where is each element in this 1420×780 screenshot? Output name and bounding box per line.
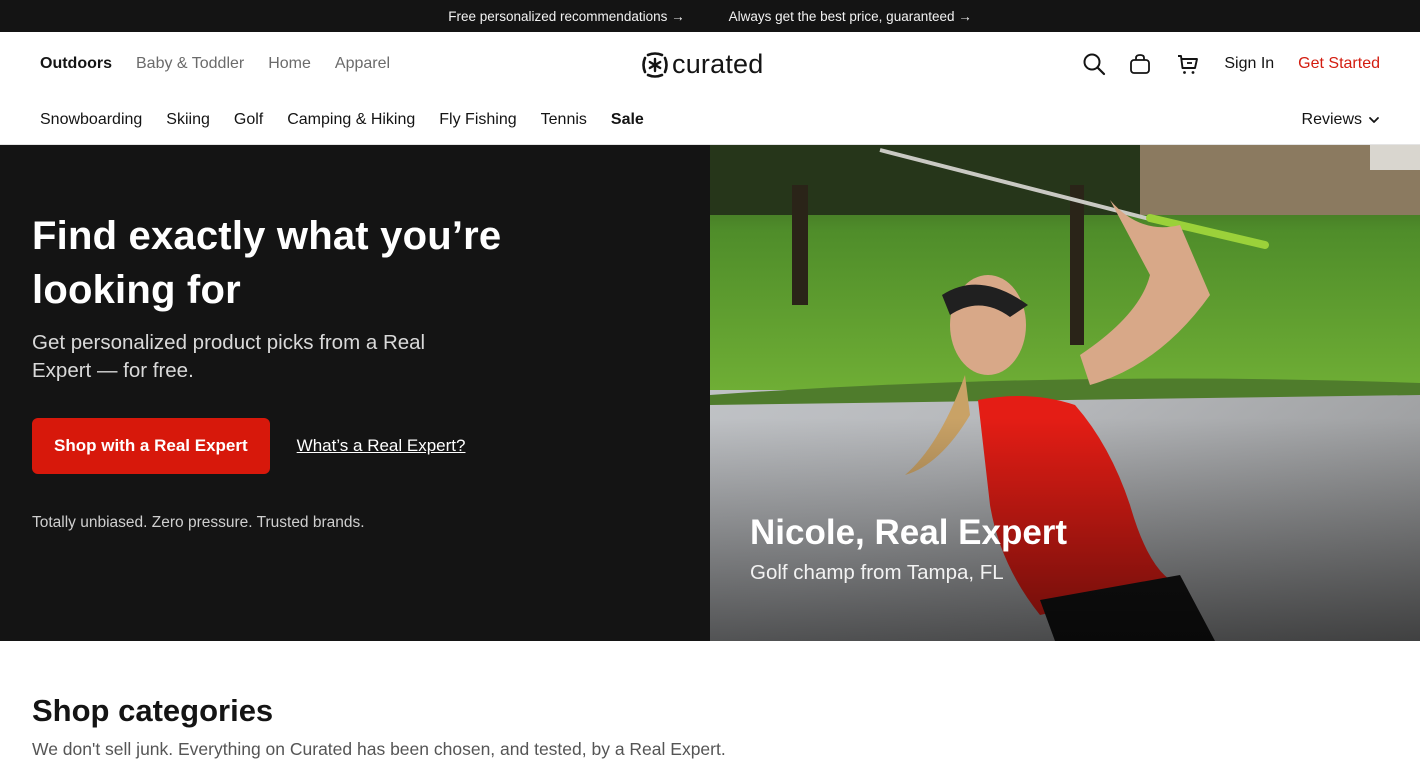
get-started-link[interactable]: Get Started — [1298, 55, 1380, 73]
hero-content: Find exactly what you’re looking for Get… — [0, 145, 710, 641]
search-icon[interactable] — [1082, 52, 1106, 76]
header-category-row: Snowboarding Skiing Golf Camping & Hikin… — [0, 96, 1420, 145]
sign-in-link[interactable]: Sign In — [1224, 55, 1274, 73]
cart-icon[interactable] — [1176, 52, 1200, 76]
vertical-apparel[interactable]: Apparel — [335, 55, 390, 73]
promo-bar: Free personalized recommendations → Alwa… — [0, 0, 1420, 32]
category-fly-fishing[interactable]: Fly Fishing — [439, 111, 516, 129]
expert-caption: Nicole, Real Expert Golf champ from Tamp… — [750, 511, 1067, 585]
logo-mark-icon — [642, 51, 668, 78]
shop-categories-subtitle: We don't sell junk. Everything on Curate… — [32, 739, 726, 759]
expert-photo-panel: Nicole, Real Expert Golf champ from Tamp… — [710, 145, 1420, 641]
whats-a-real-expert-link[interactable]: What’s a Real Expert? — [297, 436, 466, 456]
hero-subtitle: Get personalized product picks from a Re… — [32, 331, 426, 382]
bag-icon[interactable] — [1128, 52, 1152, 76]
promo-link-best-price[interactable]: Always get the best price, guaranteed → — [729, 9, 972, 24]
header-top-row: Outdoors Baby & Toddler Home Apparel cur… — [0, 32, 1420, 96]
promo-link-recommendations[interactable]: Free personalized recommendations → — [448, 9, 684, 24]
shop-categories-title: Shop categories — [32, 693, 274, 728]
category-tennis[interactable]: Tennis — [541, 111, 587, 129]
vertical-baby-toddler[interactable]: Baby & Toddler — [136, 55, 244, 73]
hero-note: Totally unbiased. Zero pressure. Trusted… — [32, 514, 365, 531]
header-actions: Sign In Get Started — [1082, 52, 1380, 76]
hero-actions: Shop with a Real Expert What’s a Real Ex… — [32, 418, 678, 474]
category-sale[interactable]: Sale — [611, 111, 644, 129]
expert-description: Golf champ from Tampa, FL — [750, 561, 1004, 584]
category-snowboarding[interactable]: Snowboarding — [40, 111, 142, 129]
logo[interactable]: curated — [642, 49, 763, 80]
category-nav: Snowboarding Skiing Golf Camping & Hikin… — [40, 111, 644, 129]
logo-text: curated — [672, 49, 764, 79]
vertical-home[interactable]: Home — [268, 55, 311, 73]
site-header: Outdoors Baby & Toddler Home Apparel cur… — [0, 32, 1420, 145]
vertical-outdoors[interactable]: Outdoors — [40, 55, 112, 73]
shop-categories: Shop categories We don't sell junk. Ever… — [0, 641, 1420, 760]
expert-name: Nicole, Real Expert — [750, 513, 1068, 552]
chevron-down-icon — [1369, 117, 1379, 123]
reviews-label: Reviews — [1301, 111, 1362, 128]
vertical-nav: Outdoors Baby & Toddler Home Apparel — [40, 55, 390, 73]
category-golf[interactable]: Golf — [234, 111, 263, 129]
hero: Find exactly what you’re looking for Get… — [0, 145, 1420, 641]
category-camping-hiking[interactable]: Camping & Hiking — [287, 111, 415, 129]
reviews-dropdown[interactable]: Reviews — [1302, 111, 1380, 129]
category-skiing[interactable]: Skiing — [166, 111, 210, 129]
hero-title: Find exactly what you’re looking for — [32, 214, 502, 312]
shop-with-expert-button[interactable]: Shop with a Real Expert — [32, 418, 270, 474]
